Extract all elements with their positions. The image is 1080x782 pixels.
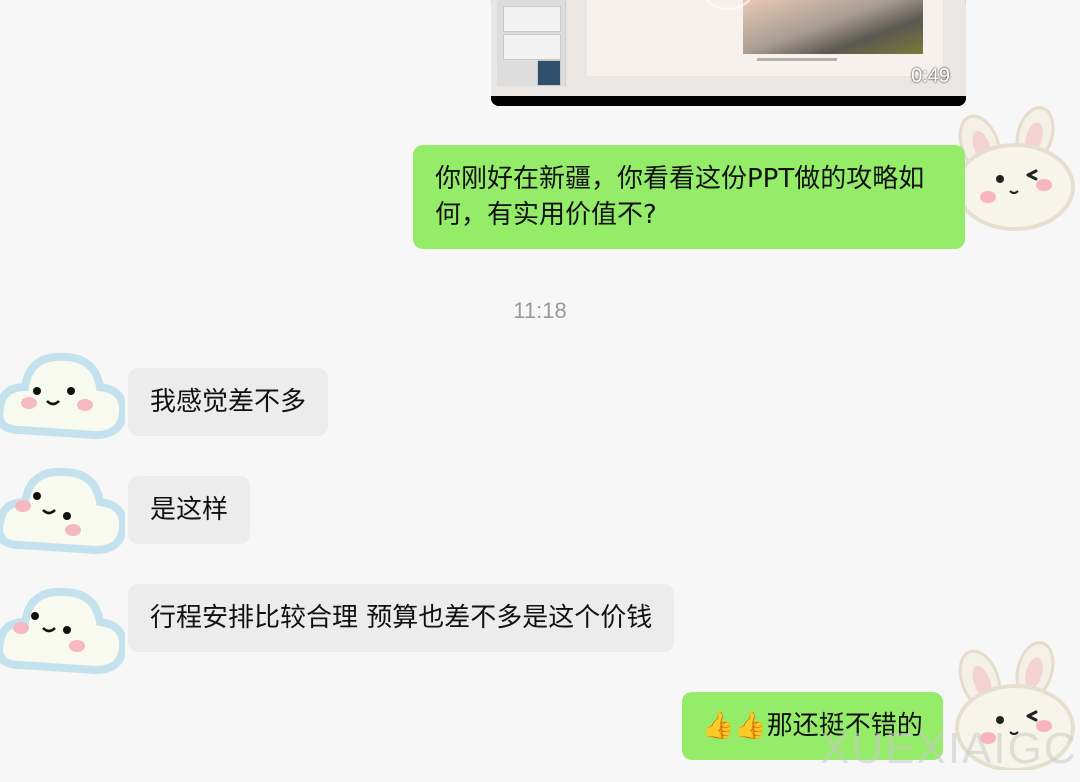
rabbit-avatar[interactable] bbox=[950, 105, 1080, 235]
video-message[interactable]: 0:49 bbox=[491, 0, 966, 106]
slide-preview bbox=[587, 0, 943, 76]
message-bubble-incoming[interactable]: 我感觉差不多 bbox=[128, 368, 329, 436]
watermark: XUEXIAIGC bbox=[820, 724, 1078, 773]
message-bubble-outgoing[interactable]: 你刚好在新疆，你看看这份PPT做的攻略如何，有实用价值不? bbox=[413, 145, 965, 249]
cloud-avatar[interactable] bbox=[0, 335, 125, 465]
timestamp: 11:18 bbox=[513, 298, 567, 323]
message-bubble-incoming[interactable]: 行程安排比较合理 预算也差不多是这个价钱 bbox=[128, 584, 675, 652]
video-progress-bar bbox=[491, 96, 966, 106]
cloud-avatar[interactable] bbox=[0, 570, 125, 700]
slide-thumbnails-panel bbox=[497, 0, 566, 86]
video-thumbnail bbox=[491, 0, 966, 96]
video-duration: 0:49 bbox=[911, 65, 950, 87]
road-image bbox=[743, 0, 923, 54]
cloud-avatar[interactable] bbox=[0, 450, 125, 580]
message-bubble-incoming[interactable]: 是这样 bbox=[128, 476, 251, 544]
